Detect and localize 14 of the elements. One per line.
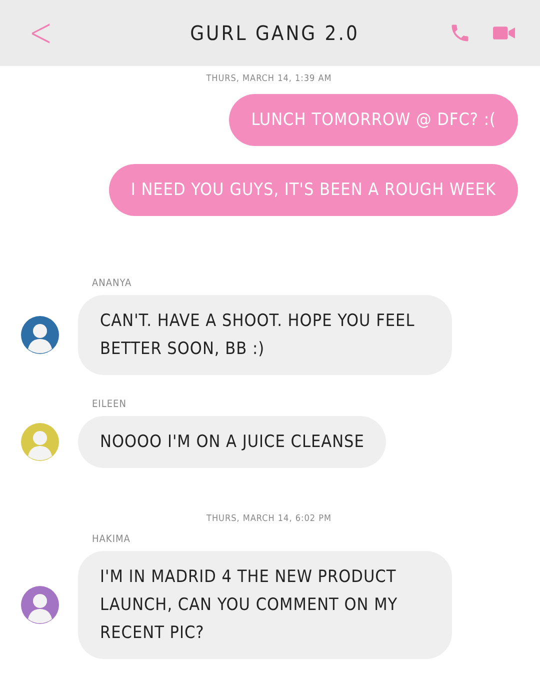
outgoing-message-bubble: I NEED YOU GUYS, IT'S BEEN A ROUGH WEEK [108,164,518,216]
incoming-message-bubble: NOOOO I'M ON A JUICE CLEANSE [78,416,386,468]
back-button[interactable]: < [29,13,52,53]
sender-name: EILEEN [92,399,128,410]
outgoing-message-bubble: LUNCH TOMORROW @ DFC? :( [229,94,518,146]
incoming-message-bubble: I'M IN MADRID 4 THE NEW PRODUCT LAUNCH, CAN YOU COMMENT ON MY RECENT PIC? [78,551,452,659]
timestamp: THURS, MARCH 14, 1:39 AM [205,74,333,84]
incoming-message-bubble: CAN'T. HAVE A SHOOT. HOPE YOU FEEL BETTER SOON, BB :) [78,295,452,375]
avatar-icon[interactable] [20,585,60,625]
sender-name: ANANYA [92,278,133,289]
chat-title: GURL GANG 2.0 [189,21,360,45]
avatar-icon[interactable] [20,315,60,355]
timestamp: THURS, MARCH 14, 6:02 PM [206,514,332,524]
sender-name: HAKIMA [92,534,132,545]
